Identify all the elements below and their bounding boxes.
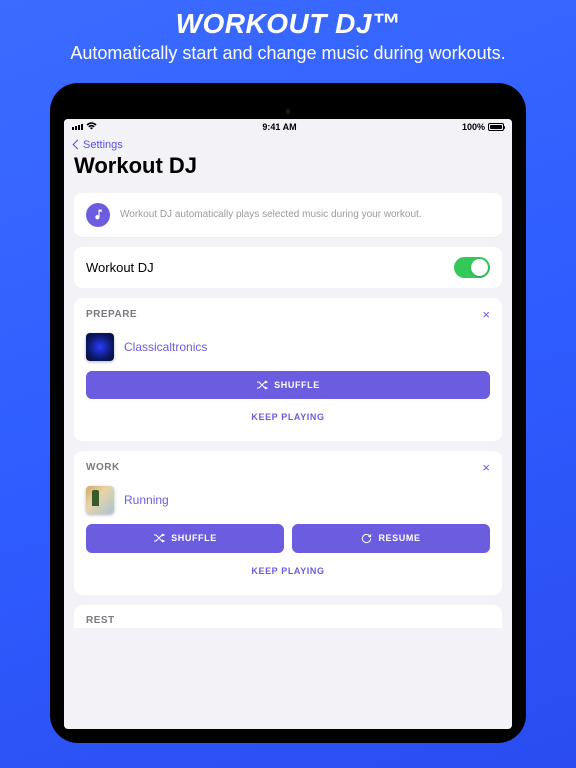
- work-playlist-row[interactable]: Running: [86, 482, 490, 524]
- promo-subtitle: Automatically start and change music dur…: [20, 42, 556, 65]
- work-title: WORK: [86, 462, 120, 473]
- work-clear-button[interactable]: ×: [482, 461, 490, 474]
- work-section: WORK × Running SHUFFLE: [74, 451, 502, 595]
- battery-icon: [488, 123, 504, 131]
- content-area: Workout DJ automatically plays selected …: [64, 185, 512, 729]
- workout-dj-switch[interactable]: [454, 257, 490, 278]
- work-shuffle-button[interactable]: SHUFFLE: [86, 524, 284, 553]
- workout-dj-toggle-row: Workout DJ: [74, 247, 502, 288]
- prepare-title: PREPARE: [86, 309, 137, 320]
- rest-title: REST: [86, 615, 115, 626]
- shuffle-label: SHUFFLE: [171, 533, 217, 543]
- work-playlist-name: Running: [124, 493, 169, 507]
- work-resume-button[interactable]: RESUME: [292, 524, 490, 553]
- status-time: 9:41 AM: [262, 122, 296, 132]
- rest-section: REST: [74, 605, 502, 628]
- shuffle-label: SHUFFLE: [274, 380, 320, 390]
- promo-banner: WORKOUT DJ™ Automatically start and chan…: [0, 0, 576, 83]
- battery-percent: 100%: [462, 122, 485, 132]
- prepare-playlist-row[interactable]: Classicaltronics: [86, 329, 490, 371]
- screen: 9:41 AM 100% Settings Workout DJ Workout…: [64, 119, 512, 729]
- chevron-left-icon: [73, 140, 83, 150]
- info-card: Workout DJ automatically plays selected …: [74, 193, 502, 237]
- resume-icon: [361, 533, 372, 544]
- prepare-section: PREPARE × Classicaltronics SHUFFLE KEEP …: [74, 298, 502, 441]
- toggle-label: Workout DJ: [86, 260, 154, 275]
- resume-label: RESUME: [378, 533, 420, 543]
- signal-icon: [72, 124, 83, 130]
- camera-dot: [286, 109, 291, 114]
- album-art-icon: [86, 333, 114, 361]
- back-button[interactable]: Settings: [74, 139, 502, 151]
- info-text: Workout DJ automatically plays selected …: [120, 209, 422, 220]
- page-title: Workout DJ: [74, 153, 502, 179]
- prepare-playlist-name: Classicaltronics: [124, 340, 207, 354]
- shuffle-icon: [256, 380, 268, 390]
- prepare-keep-playing-button[interactable]: KEEP PLAYING: [86, 403, 490, 431]
- shuffle-icon: [153, 533, 165, 543]
- music-note-icon: [86, 203, 110, 227]
- device-frame: 9:41 AM 100% Settings Workout DJ Workout…: [50, 83, 526, 743]
- promo-title: WORKOUT DJ™: [20, 8, 556, 40]
- prepare-shuffle-button[interactable]: SHUFFLE: [86, 371, 490, 399]
- nav-bar: Settings Workout DJ: [64, 135, 512, 185]
- wifi-icon: [86, 122, 97, 132]
- album-art-icon: [86, 486, 114, 514]
- prepare-clear-button[interactable]: ×: [482, 308, 490, 321]
- back-label: Settings: [83, 139, 123, 151]
- status-bar: 9:41 AM 100%: [64, 119, 512, 135]
- work-keep-playing-button[interactable]: KEEP PLAYING: [86, 557, 490, 585]
